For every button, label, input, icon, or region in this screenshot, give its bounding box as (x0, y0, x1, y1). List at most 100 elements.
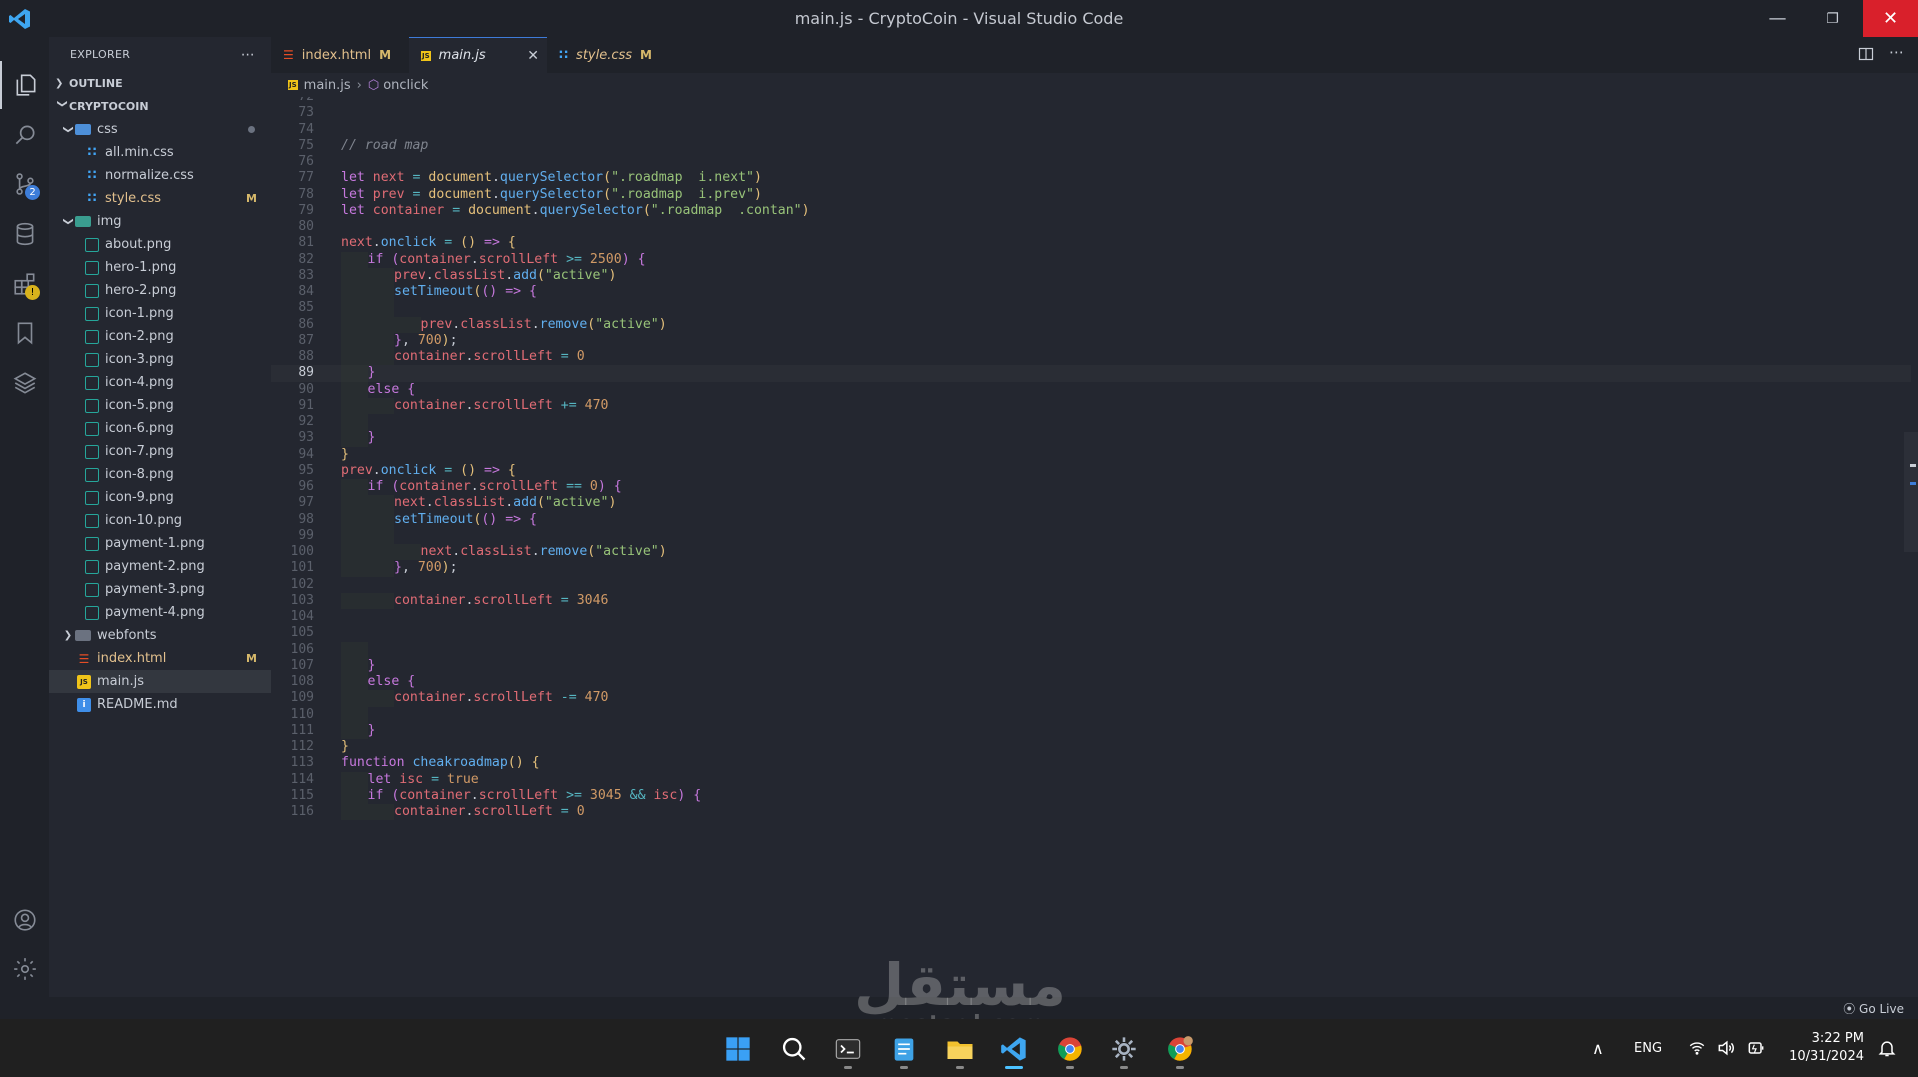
code-line[interactable]: 116 container.scrollLeft = 0 (271, 804, 1911, 821)
code-line[interactable]: 97 next.classList.add("active") (271, 495, 1911, 512)
minimize-button[interactable]: — (1750, 0, 1805, 37)
extensions-icon[interactable]: ! (0, 260, 49, 308)
settings-icon[interactable] (1104, 1029, 1144, 1069)
tree-file[interactable]: ∷ style.css M (49, 187, 271, 210)
tree-file[interactable]: about.png (49, 233, 271, 256)
tab-index-html[interactable]: ☰ index.html M (271, 37, 409, 73)
notepad-icon[interactable] (884, 1029, 924, 1069)
notifications-icon[interactable] (1877, 1019, 1897, 1077)
code-line[interactable]: 85 (271, 300, 1911, 317)
account-icon[interactable] (0, 896, 49, 944)
code-line[interactable]: 88 container.scrollLeft = 0 (271, 349, 1911, 366)
layers-icon[interactable] (0, 359, 49, 407)
code-line[interactable]: 86 prev.classList.remove("active") (271, 316, 1911, 333)
code-line[interactable]: 79 let container = document.querySelector… (271, 203, 1911, 219)
code-line[interactable]: 73 (271, 105, 1911, 121)
tree-file[interactable]: icon-2.png (49, 325, 271, 348)
tree-file[interactable]: icon-10.png (49, 509, 271, 532)
wifi-icon[interactable] (1688, 1019, 1706, 1077)
breadcrumb-symbol[interactable]: onclick (383, 78, 428, 93)
tree-folder[interactable]: ❯ css (49, 118, 271, 141)
code-line[interactable]: 74 (271, 122, 1911, 138)
code-line[interactable]: 107} (271, 657, 1911, 674)
code-line[interactable]: 87}, 700); (271, 332, 1911, 349)
close-tab-icon[interactable]: ✕ (527, 48, 539, 64)
code-line[interactable]: 95 prev.onclick = () => { (271, 463, 1911, 479)
tree-file[interactable]: icon-8.png (49, 463, 271, 486)
tree-file[interactable]: payment-4.png (49, 601, 271, 624)
code-line[interactable]: 113 function cheakroadmap() { (271, 755, 1911, 771)
code-line[interactable]: 114 let isc = true (271, 771, 1911, 788)
code-line[interactable]: 75 // road map (271, 138, 1911, 154)
restore-button[interactable]: ❐ (1805, 0, 1860, 37)
code-line[interactable]: 115 if (container.scrollLeft >= 3045 && i… (271, 787, 1911, 804)
code-line[interactable]: 89} (271, 365, 1911, 382)
tree-file[interactable]: icon-5.png (49, 394, 271, 417)
search-icon[interactable] (774, 1029, 814, 1069)
project-section[interactable]: ❯ CRYPTOCOIN (49, 95, 271, 118)
tree-file[interactable]: ∷ normalize.css (49, 164, 271, 187)
code-line[interactable]: 83 prev.classList.add("active") (271, 267, 1911, 284)
tree-file[interactable]: hero-2.png (49, 279, 271, 302)
show-hidden-icons-button[interactable]: ∧ (1592, 1019, 1604, 1077)
vscode-icon[interactable] (994, 1029, 1034, 1069)
editor-more-icon[interactable]: ⋯ (1889, 43, 1904, 61)
code-line[interactable]: 98 setTimeout(() => { (271, 511, 1911, 528)
code-line[interactable]: 78 let prev = document.querySelector(".ro… (271, 187, 1911, 203)
code-line[interactable]: 101}, 700); (271, 560, 1911, 577)
code-line[interactable]: 111} (271, 722, 1911, 739)
tab-main-js[interactable]: JS main.js ✕ (409, 37, 547, 73)
code-line[interactable]: 103 container.scrollLeft = 3046 (271, 592, 1911, 609)
code-line[interactable]: 93} (271, 430, 1911, 447)
code-line[interactable]: 102 (271, 577, 1911, 593)
code-line[interactable]: 106 (271, 641, 1911, 658)
chrome-icon[interactable] (1050, 1029, 1090, 1069)
go-live-button[interactable]: ⦿ Go Live (1843, 1000, 1904, 1017)
battery-icon[interactable] (1746, 1019, 1766, 1077)
code-editor[interactable]: 72737475 // road map 7677 let next = docume… (271, 97, 1918, 997)
code-line[interactable]: 100 next.classList.remove("active") (271, 544, 1911, 561)
code-line[interactable]: 94} (271, 447, 1911, 463)
code-line[interactable]: 110 (271, 706, 1911, 723)
code-line[interactable]: 91 container.scrollLeft += 470 (271, 397, 1911, 414)
tree-file[interactable]: icon-9.png (49, 486, 271, 509)
code-line[interactable]: 76 (271, 154, 1911, 170)
tree-folder[interactable]: ❯ webfonts (49, 624, 271, 647)
bookmark-icon[interactable] (0, 309, 49, 357)
tree-file[interactable]: JS main.js (49, 670, 271, 693)
chrome-profile-icon[interactable] (1160, 1029, 1200, 1069)
code-line[interactable]: 109 container.scrollLeft -= 470 (271, 690, 1911, 707)
code-line[interactable]: 92 (271, 414, 1911, 431)
tree-file[interactable]: ☰ index.html M (49, 647, 271, 670)
code-line[interactable]: 96 if (container.scrollLeft == 0) { (271, 479, 1911, 496)
tree-file[interactable]: icon-6.png (49, 417, 271, 440)
close-window-button[interactable]: ✕ (1863, 0, 1918, 37)
tree-file[interactable]: icon-1.png (49, 302, 271, 325)
code-line[interactable]: 81 next.onclick = () => { (271, 235, 1911, 251)
code-line[interactable]: 77 let next = document.querySelector(".ro… (271, 170, 1911, 186)
windows-start-icon[interactable] (718, 1029, 758, 1069)
code-line[interactable]: 108 else { (271, 674, 1911, 691)
tree-file[interactable]: i README.md (49, 693, 271, 716)
tree-file[interactable]: icon-7.png (49, 440, 271, 463)
settings-gear-icon[interactable] (0, 945, 49, 993)
tree-file[interactable]: hero-1.png (49, 256, 271, 279)
tree-folder[interactable]: ❯ img (49, 210, 271, 233)
system-clock[interactable]: 3:22 PM 10/31/2024 (1789, 1030, 1864, 1066)
breadcrumb-file[interactable]: main.js (304, 78, 351, 93)
code-line[interactable]: 99 (271, 527, 1911, 544)
code-line[interactable]: 112} (271, 739, 1911, 755)
source-control-icon[interactable]: 2 (0, 160, 49, 208)
code-line[interactable]: 80 (271, 219, 1911, 235)
more-actions-icon[interactable]: ⋯ (241, 47, 255, 63)
tree-file[interactable]: ∷ all.min.css (49, 141, 271, 164)
split-editor-icon[interactable] (1858, 46, 1874, 62)
tree-file[interactable]: icon-3.png (49, 348, 271, 371)
tree-file[interactable]: icon-4.png (49, 371, 271, 394)
terminal-icon[interactable] (828, 1029, 868, 1069)
tree-file[interactable]: payment-3.png (49, 578, 271, 601)
code-line[interactable]: 104 (271, 609, 1911, 625)
code-line[interactable]: 105 (271, 625, 1911, 641)
file-explorer-icon[interactable] (940, 1029, 980, 1069)
code-line[interactable]: 84 setTimeout(() => { (271, 284, 1911, 301)
